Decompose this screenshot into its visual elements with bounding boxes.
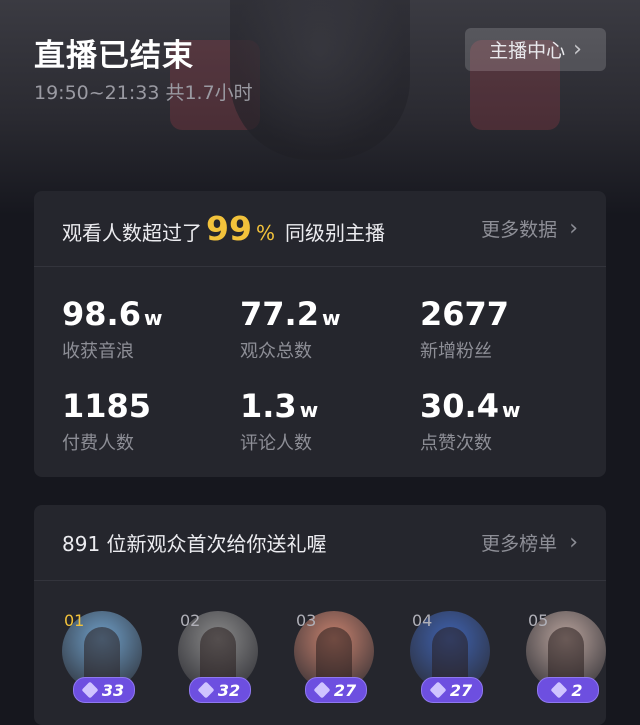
stat-value: 1.3 xyxy=(240,387,297,425)
summary-percent-symbol: % xyxy=(255,221,275,245)
summary-suffix: 同级别主播 xyxy=(284,221,385,245)
stat-unit: w xyxy=(321,306,341,330)
gifter-item[interactable]: 05 2 xyxy=(526,611,606,711)
gifter-item[interactable]: 01 33 xyxy=(62,611,144,711)
gift-score: 27 xyxy=(333,680,357,700)
new-gifters-card: 891 位新观众首次给你送礼喔 更多榜单 › 01 33 02 32 03 27… xyxy=(34,505,606,725)
streamer-photo xyxy=(230,0,410,160)
ranking-summary: 观看人数超过了 99% 同级别主播 xyxy=(62,209,385,248)
streamer-center-button[interactable]: 主播中心 › xyxy=(465,28,606,71)
new-gifters-header: 891 位新观众首次给你送礼喔 更多榜单 › xyxy=(34,505,606,581)
streamer-center-label: 主播中心 xyxy=(489,40,566,62)
gifter-rank: 01 xyxy=(64,611,85,630)
stat-item: 2677 新增粉丝 xyxy=(420,295,512,363)
stat-label: 新增粉丝 xyxy=(420,341,492,362)
stat-item: 77.2 w 观众总数 xyxy=(240,295,340,363)
gift-score-badge: 33 xyxy=(73,677,135,703)
stat-item: 98.6 w 收获音浪 xyxy=(62,295,162,363)
stat-label: 点赞次数 xyxy=(420,433,492,454)
chevron-right-icon: › xyxy=(569,530,578,555)
stat-value: 2677 xyxy=(420,295,510,333)
stats-card-header: 观看人数超过了 99% 同级别主播 更多数据 › xyxy=(34,191,606,267)
gift-score-badge: 32 xyxy=(189,677,251,703)
gift-score-badge: 2 xyxy=(537,677,599,703)
stat-item: 30.4 w 点赞次数 xyxy=(420,387,520,455)
stat-item: 1185 付费人数 xyxy=(62,387,154,455)
new-gifters-title: 891 位新观众首次给你送礼喔 xyxy=(62,532,327,556)
gift-score: 32 xyxy=(217,680,241,700)
more-data-link[interactable]: 更多数据 › xyxy=(481,215,578,242)
chevron-right-icon: › xyxy=(573,37,582,62)
more-rankings-link[interactable]: 更多榜单 › xyxy=(481,529,578,556)
gift-score-badge: 27 xyxy=(421,677,483,703)
gem-icon xyxy=(197,681,215,699)
stream-duration: 19:50~21:33 共1.7小时 xyxy=(34,82,253,104)
gem-icon xyxy=(429,681,447,699)
stat-label: 收获音浪 xyxy=(62,341,134,362)
gem-icon xyxy=(550,681,568,699)
page-title: 直播已结束 xyxy=(34,38,194,74)
summary-prefix: 观看人数超过了 xyxy=(62,221,202,245)
gifter-list: 01 33 02 32 03 27 04 27 05 2 xyxy=(62,611,606,721)
gem-icon xyxy=(81,681,99,699)
gifter-rank: 04 xyxy=(412,611,433,630)
gift-score-badge: 27 xyxy=(305,677,367,703)
stat-unit: w xyxy=(143,306,163,330)
gifter-rank: 02 xyxy=(180,611,201,630)
stat-item: 1.3 w 评论人数 xyxy=(240,387,318,455)
gifter-item[interactable]: 02 32 xyxy=(178,611,260,711)
stat-label: 观众总数 xyxy=(240,341,312,362)
stats-card: 观看人数超过了 99% 同级别主播 更多数据 › 98.6 w 收获音浪 77.2… xyxy=(34,191,606,477)
gem-icon xyxy=(313,681,331,699)
stat-value: 30.4 xyxy=(420,387,499,425)
gifter-item[interactable]: 03 27 xyxy=(294,611,376,711)
chevron-right-icon: › xyxy=(569,216,578,241)
gifter-item[interactable]: 04 27 xyxy=(410,611,492,711)
more-data-label: 更多数据 xyxy=(481,219,558,241)
stat-label: 付费人数 xyxy=(62,433,134,454)
gift-score: 33 xyxy=(101,680,125,700)
stat-label: 评论人数 xyxy=(240,433,312,454)
more-rankings-label: 更多榜单 xyxy=(481,533,558,555)
gift-score: 2 xyxy=(571,680,583,700)
gifter-rank: 03 xyxy=(296,611,317,630)
gifter-rank: 05 xyxy=(528,611,549,630)
stat-unit: w xyxy=(299,398,319,422)
stat-value: 98.6 xyxy=(62,295,141,333)
summary-percent: 99 xyxy=(206,209,252,248)
stat-unit: w xyxy=(501,398,521,422)
gift-score: 27 xyxy=(449,680,473,700)
stat-value: 1185 xyxy=(62,387,152,425)
stat-value: 77.2 xyxy=(240,295,319,333)
